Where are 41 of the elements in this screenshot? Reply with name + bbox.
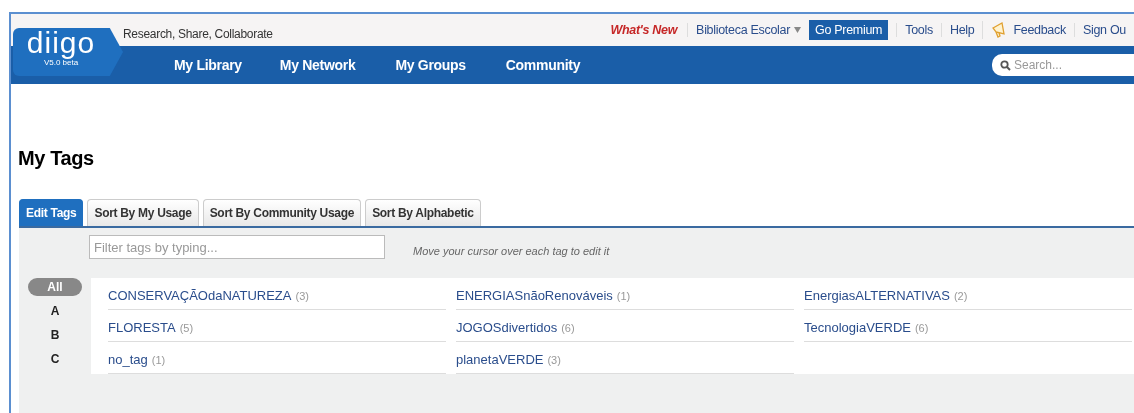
tag-count: (6) <box>561 321 575 334</box>
top-link[interactable]: Help <box>940 23 983 37</box>
whats-new-link[interactable]: What's New <box>602 23 688 37</box>
logo[interactable]: diigo V5.0 beta <box>13 28 123 76</box>
tagline: Research, Share, Collaborate <box>123 27 273 41</box>
tag-count: (6) <box>914 321 929 334</box>
nav-link[interactable]: My Network <box>279 57 356 73</box>
premium-button[interactable]: Go Premium <box>809 20 889 40</box>
tag-count: (1) <box>151 353 166 366</box>
top-link[interactable]: Sign Ou <box>1073 23 1134 37</box>
hint-text: Move your cursor over each tag to edit it <box>413 245 610 257</box>
feedback-link[interactable]: Feedback <box>982 21 1074 39</box>
tag-count: (5) <box>179 321 194 334</box>
tag-link[interactable]: TecnologiaVERDE <box>804 320 911 335</box>
letter-filter[interactable]: C <box>28 350 82 368</box>
search-field[interactable]: Search... <box>992 54 1134 76</box>
tag-count: (3) <box>547 353 561 366</box>
nav-link[interactable]: My Groups <box>395 57 466 73</box>
page-title: My Tags <box>18 147 95 170</box>
letter-filter[interactable]: A <box>28 302 82 320</box>
top-link[interactable]: Tools <box>896 23 941 37</box>
tab[interactable]: Sort By My Usage <box>87 199 199 226</box>
tag-count: (1) <box>616 289 631 302</box>
tag-count: (2) <box>953 289 968 302</box>
tab[interactable]: Sort By Community Usage <box>202 199 362 226</box>
letter-filter[interactable]: All <box>28 278 82 296</box>
nav-link[interactable]: My Library <box>174 57 242 73</box>
tag-link[interactable]: JOGOSdivertidos <box>456 320 558 335</box>
filter-field[interactable]: Filter tags by typing... <box>89 235 385 259</box>
caret-icon <box>794 27 802 33</box>
tag-link[interactable]: EnergiasALTERNATIVAS <box>804 288 950 303</box>
tag-link[interactable]: planetaVERDE <box>456 352 544 367</box>
nav-link[interactable]: Community <box>505 57 581 73</box>
tab[interactable]: Sort By Alphabetic <box>365 199 481 226</box>
tag-link[interactable]: ENERGIASnãoRenováveis <box>456 288 613 303</box>
tag-link[interactable]: CONSERVAÇÃOdaNATUREZA <box>108 288 292 303</box>
tag-count: (3) <box>295 289 309 302</box>
tab[interactable]: Edit Tags <box>19 199 84 226</box>
tag-link[interactable]: no_tag <box>108 352 148 367</box>
tag-link[interactable]: FLORESTA <box>108 320 176 335</box>
letter-filter[interactable]: B <box>28 326 82 344</box>
